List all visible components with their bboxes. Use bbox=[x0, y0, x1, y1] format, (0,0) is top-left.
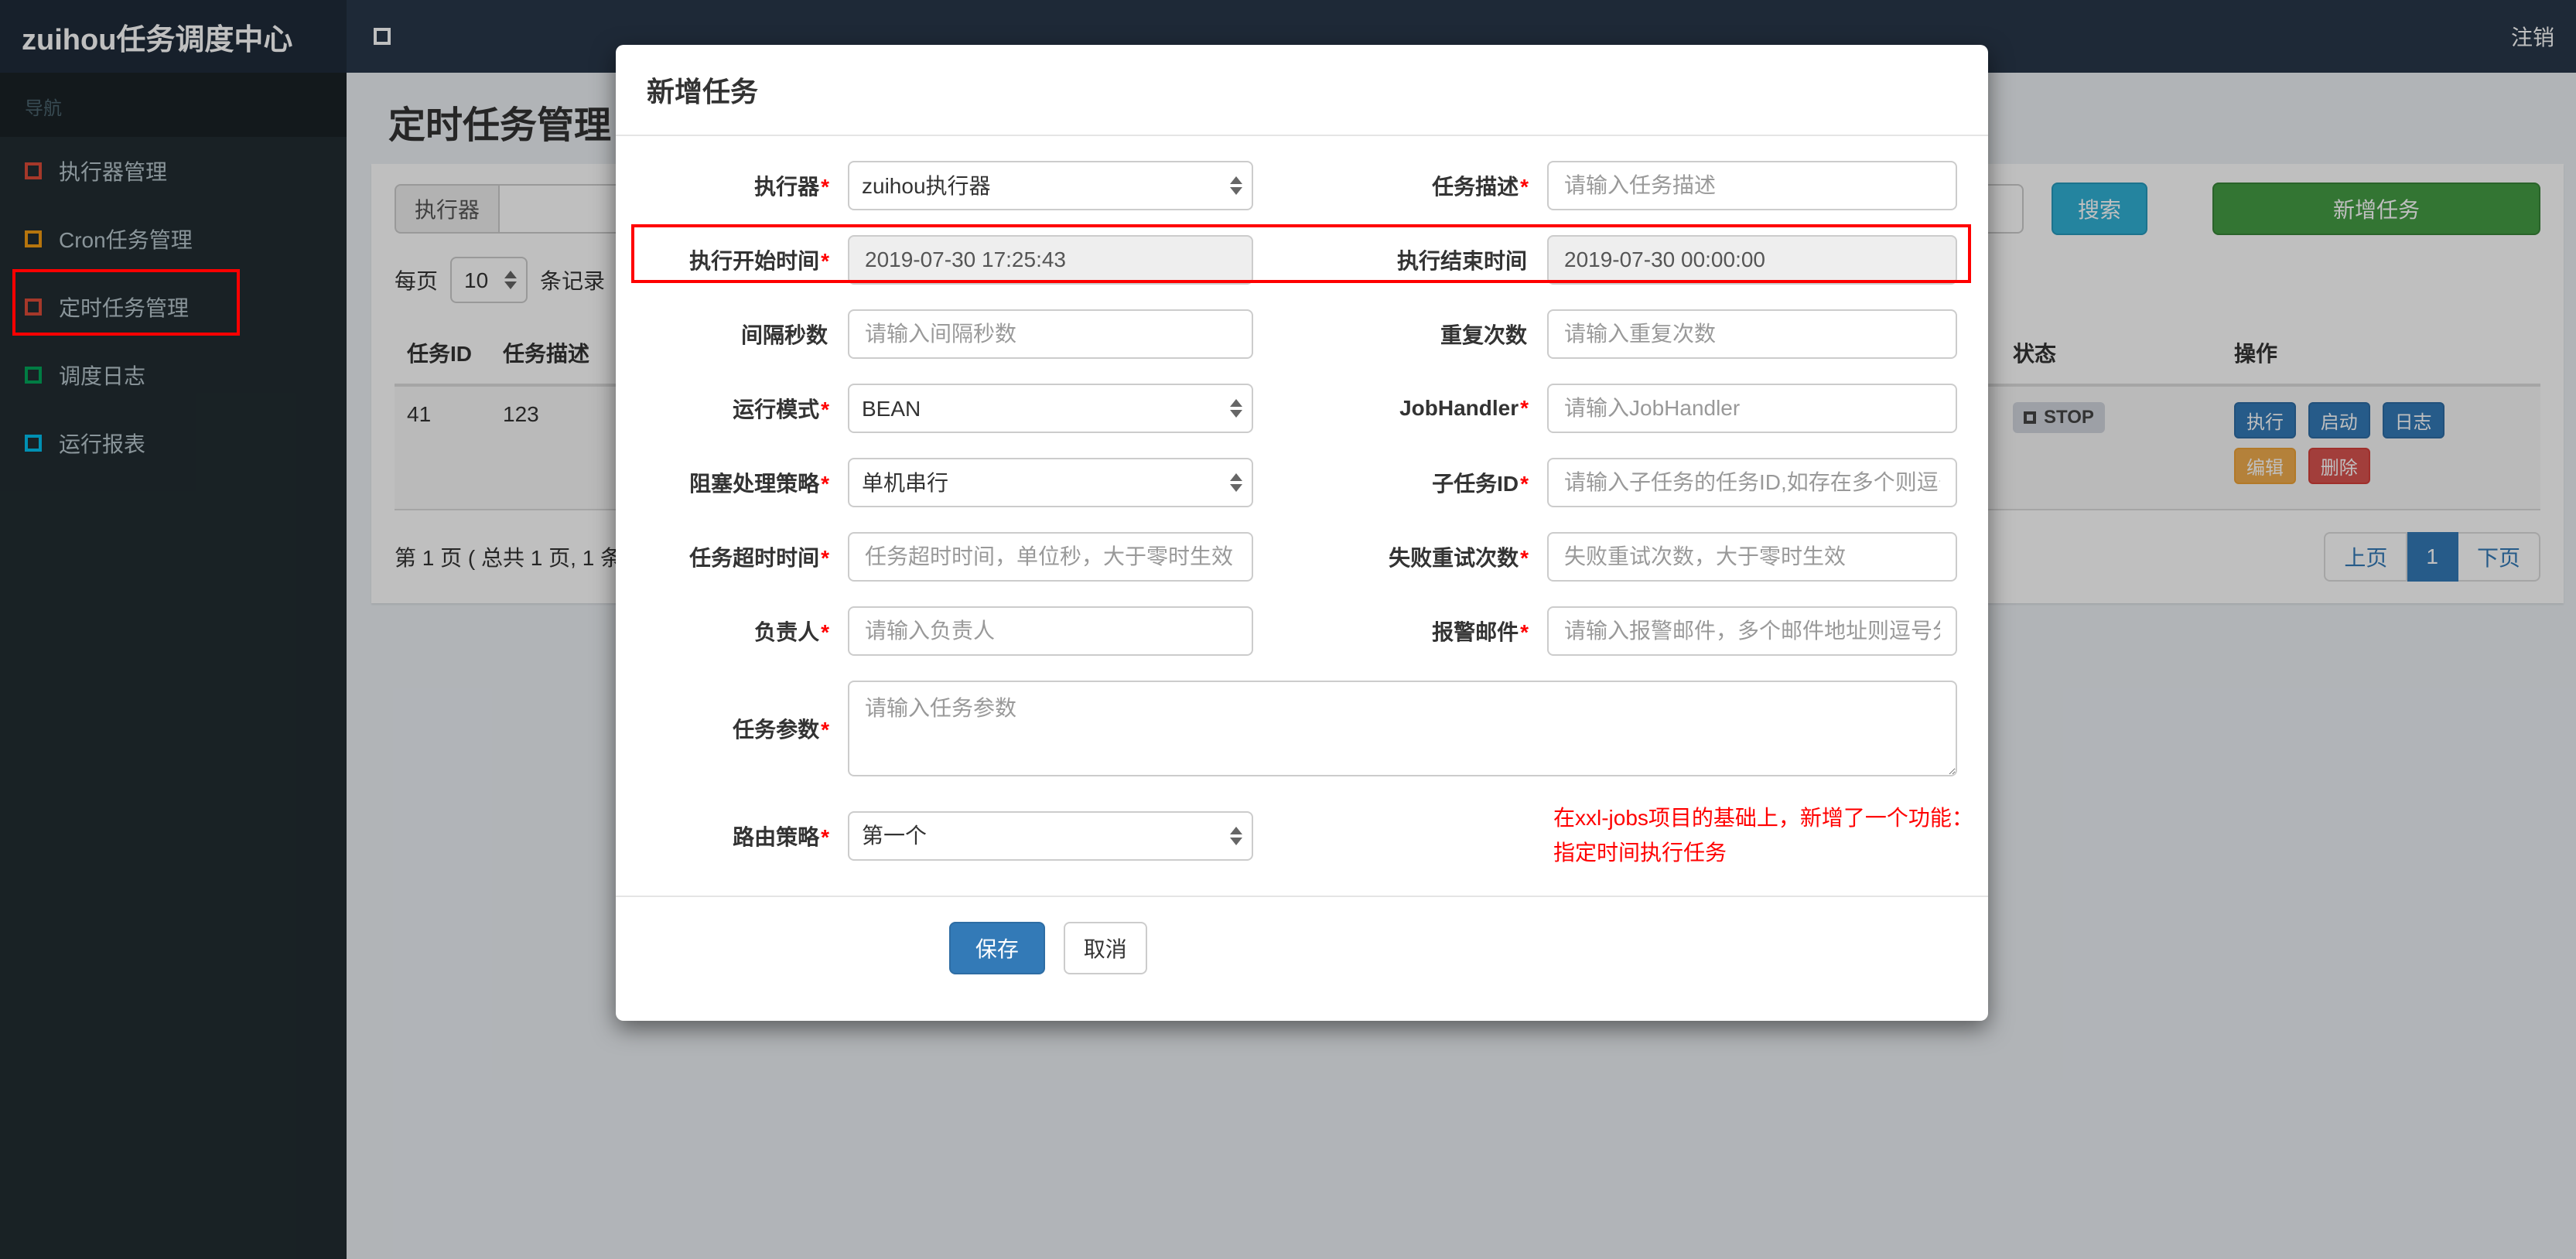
feature-note-line1: 在xxl-jobs项目的基础上，新增了一个功能： bbox=[1553, 806, 1973, 830]
executor-label: 执行器 * bbox=[754, 175, 829, 199]
executor-select[interactable]: zuihou执行器 bbox=[848, 161, 1253, 210]
modal-footer: 保存 取消 bbox=[616, 895, 1988, 1021]
timeout-label: 任务超时时间 * bbox=[689, 546, 829, 570]
repeat-count-label: 重复次数 bbox=[1440, 323, 1527, 347]
run-mode-select-control[interactable]: BEAN bbox=[848, 384, 1253, 433]
executor-select-control[interactable]: zuihou执行器 bbox=[848, 161, 1253, 210]
job-handler-label: JobHandler * bbox=[1399, 396, 1529, 420]
owner-input[interactable] bbox=[848, 606, 1253, 656]
end-time-label: 执行结束时间 bbox=[1396, 249, 1527, 273]
block-strategy-select[interactable]: 单机串行 bbox=[848, 458, 1253, 507]
child-job-input[interactable] bbox=[1547, 458, 1957, 507]
run-mode-select[interactable]: BEAN bbox=[848, 384, 1253, 433]
interval-input[interactable] bbox=[848, 309, 1253, 359]
job-desc-label: 任务描述 * bbox=[1432, 175, 1529, 199]
interval-label: 间隔秒数 bbox=[740, 323, 828, 347]
add-job-modal: 新增任务 执行器* zuihou执行器 任务描述* 执行开始时间* 执行结束 bbox=[616, 45, 1988, 1021]
repeat-count-input[interactable] bbox=[1547, 309, 1957, 359]
end-time-input[interactable] bbox=[1547, 235, 1957, 285]
modal-body: 执行器* zuihou执行器 任务描述* 执行开始时间* 执行结束时间 bbox=[616, 136, 1988, 871]
modal-header: 新增任务 bbox=[616, 45, 1988, 136]
route-strategy-label: 路由策略 * bbox=[733, 824, 829, 849]
job-handler-input[interactable] bbox=[1547, 384, 1957, 433]
block-strategy-label: 阻塞处理策略 * bbox=[689, 472, 829, 496]
cancel-button[interactable]: 取消 bbox=[1063, 921, 1147, 974]
job-desc-input[interactable] bbox=[1547, 161, 1957, 210]
timeout-input[interactable] bbox=[848, 532, 1253, 582]
job-param-textarea[interactable] bbox=[848, 681, 1957, 776]
modal-title: 新增任务 bbox=[647, 76, 759, 107]
run-mode-label: 运行模式 * bbox=[733, 397, 829, 421]
feature-note-line2: 指定时间执行任务 bbox=[1553, 840, 1727, 865]
save-button[interactable]: 保存 bbox=[948, 921, 1045, 974]
block-strategy-select-control[interactable]: 单机串行 bbox=[848, 458, 1253, 507]
alarm-email-input[interactable] bbox=[1547, 606, 1957, 656]
owner-label: 负责人 * bbox=[754, 620, 829, 644]
alarm-email-label: 报警邮件 * bbox=[1432, 620, 1529, 644]
start-time-input[interactable] bbox=[848, 235, 1253, 285]
app-root: zuihou任务调度中心 注销 导航 执行器管理 Cron任务管理 定时任务管理… bbox=[0, 0, 2576, 1259]
route-strategy-select-control[interactable]: 第一个 bbox=[848, 810, 1253, 861]
child-job-label: 子任务ID * bbox=[1432, 472, 1529, 496]
fail-retry-label: 失败重试次数 * bbox=[1389, 546, 1529, 570]
start-time-label: 执行开始时间 * bbox=[689, 249, 829, 273]
feature-note: 在xxl-jobs项目的基础上，新增了一个功能： 指定时间执行任务 bbox=[1553, 801, 1973, 871]
fail-retry-input[interactable] bbox=[1547, 532, 1957, 582]
route-strategy-select[interactable]: 第一个 bbox=[848, 810, 1253, 861]
job-param-label: 任务参数 * bbox=[733, 718, 829, 742]
